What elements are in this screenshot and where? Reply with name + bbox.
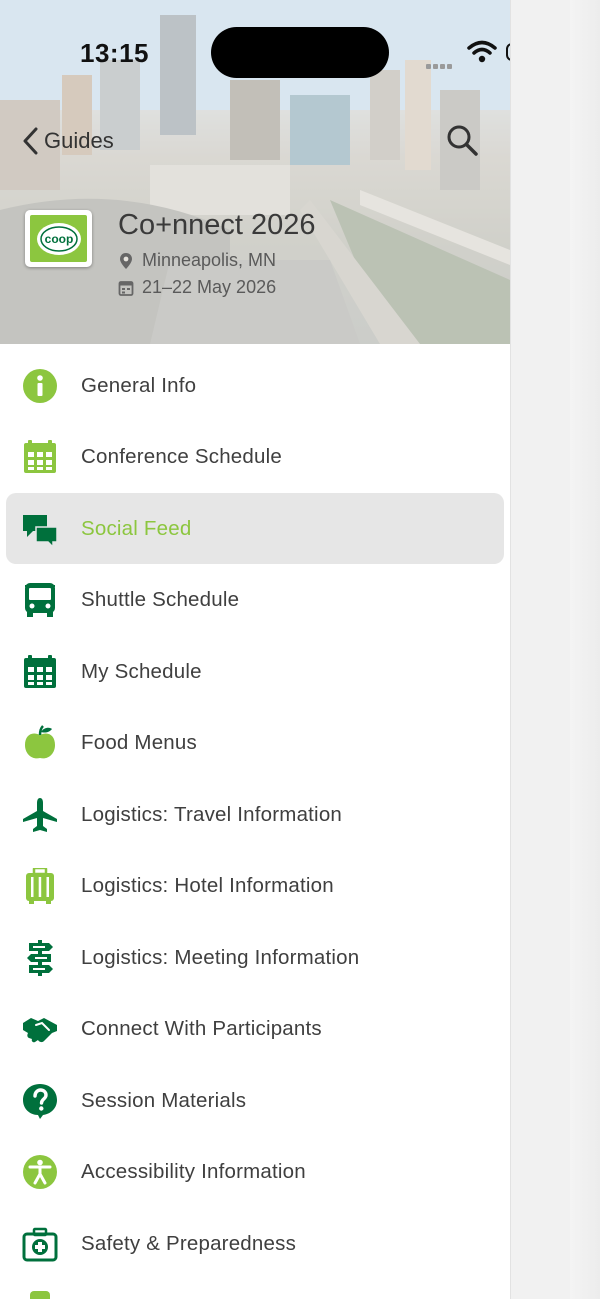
event-location: Minneapolis, MN [118, 250, 276, 271]
menu-item-connect-participants[interactable]: Connect With Participants [6, 993, 504, 1064]
event-title: Co+nnect 2026 [118, 209, 316, 241]
menu-item-label: Social Feed [81, 516, 192, 540]
info-icon [22, 368, 58, 404]
next-menu-item-peek [30, 1291, 50, 1299]
menu-item-label: Logistics: Travel Information [81, 802, 343, 826]
calendar-icon [22, 439, 58, 475]
menu-item-label: Logistics: Meeting Information [81, 945, 360, 969]
accessibility-icon [22, 1154, 58, 1190]
status-time: 13:15 [80, 38, 149, 68]
location-pin-icon [120, 252, 132, 269]
first-aid-kit-icon [22, 1226, 58, 1262]
menu-item-label: Shuttle Schedule [81, 587, 240, 611]
menu-item-label: Food Menus [81, 730, 197, 754]
signpost-icon [22, 940, 58, 976]
event-dates: 21–22 May 2026 [118, 277, 276, 298]
menu-item-conference-schedule[interactable]: Conference Schedule [6, 421, 504, 492]
calendar-icon [22, 654, 58, 690]
coop-logo: coop [36, 222, 81, 255]
menu-item-accessibility-information[interactable]: Accessibility Information [6, 1136, 504, 1207]
back-button[interactable]: Guides [20, 122, 114, 160]
menu-item-label: Connect With Participants [81, 1016, 322, 1040]
calendar-small-icon [118, 280, 134, 296]
menu-item-travel-information[interactable]: Logistics: Travel Information [6, 779, 504, 850]
menu-item-social-feed[interactable]: Social Feed [6, 493, 504, 564]
menu-item-shuttle-schedule[interactable]: Shuttle Schedule [6, 564, 504, 635]
bus-icon [22, 582, 58, 618]
menu-item-safety-preparedness[interactable]: Safety & Preparedness [6, 1208, 504, 1279]
event-location-text: Minneapolis, MN [142, 250, 277, 270]
menu-item-label: My Schedule [81, 659, 202, 683]
menu-item-my-schedule[interactable]: My Schedule [6, 636, 504, 707]
luggage-icon [22, 868, 58, 904]
event-logo: coop [25, 210, 92, 267]
navigation-drawer: 13:15 Guides coop Co+nnect 2026 Minneapo… [0, 0, 510, 1299]
status-bar: 13:15 [0, 0, 510, 96]
menu-item-hotel-information[interactable]: Logistics: Hotel Information [6, 850, 504, 921]
magnifier-icon[interactable] [444, 122, 480, 158]
event-dates-text: 21–22 May 2026 [142, 277, 277, 297]
menu-item-label: Safety & Preparedness [81, 1231, 297, 1255]
menu-item-label: Conference Schedule [81, 444, 282, 468]
question-bubble-icon [22, 1083, 58, 1119]
menu-item-food-menus[interactable]: Food Menus [6, 707, 504, 778]
handshake-icon [22, 1011, 58, 1047]
logo-text: coop [44, 232, 73, 246]
chat-bubbles-icon [22, 511, 58, 547]
menu-item-label: General Info [81, 373, 197, 397]
airplane-icon [22, 797, 58, 833]
event-header: 13:15 Guides coop Co+nnect 2026 Minneapo… [0, 0, 510, 344]
apple-icon [22, 725, 58, 761]
menu-item-label: Logistics: Hotel Information [81, 873, 334, 897]
main-content-edge[interactable] [510, 0, 600, 1299]
back-button-label: Guides [44, 128, 114, 153]
menu-item-general-info[interactable]: General Info [6, 350, 504, 421]
battery-icon [506, 43, 510, 61]
menu-item-label: Accessibility Information [81, 1159, 306, 1183]
chevron-left-icon [23, 127, 38, 155]
content-gutter [570, 0, 600, 1299]
menu-item-session-materials[interactable]: Session Materials [6, 1065, 504, 1136]
menu-item-label: Session Materials [81, 1088, 247, 1112]
menu-item-meeting-information[interactable]: Logistics: Meeting Information [6, 922, 504, 993]
cellular-signal-icon [426, 56, 456, 69]
wifi-icon [467, 40, 497, 63]
dynamic-island [211, 27, 389, 78]
